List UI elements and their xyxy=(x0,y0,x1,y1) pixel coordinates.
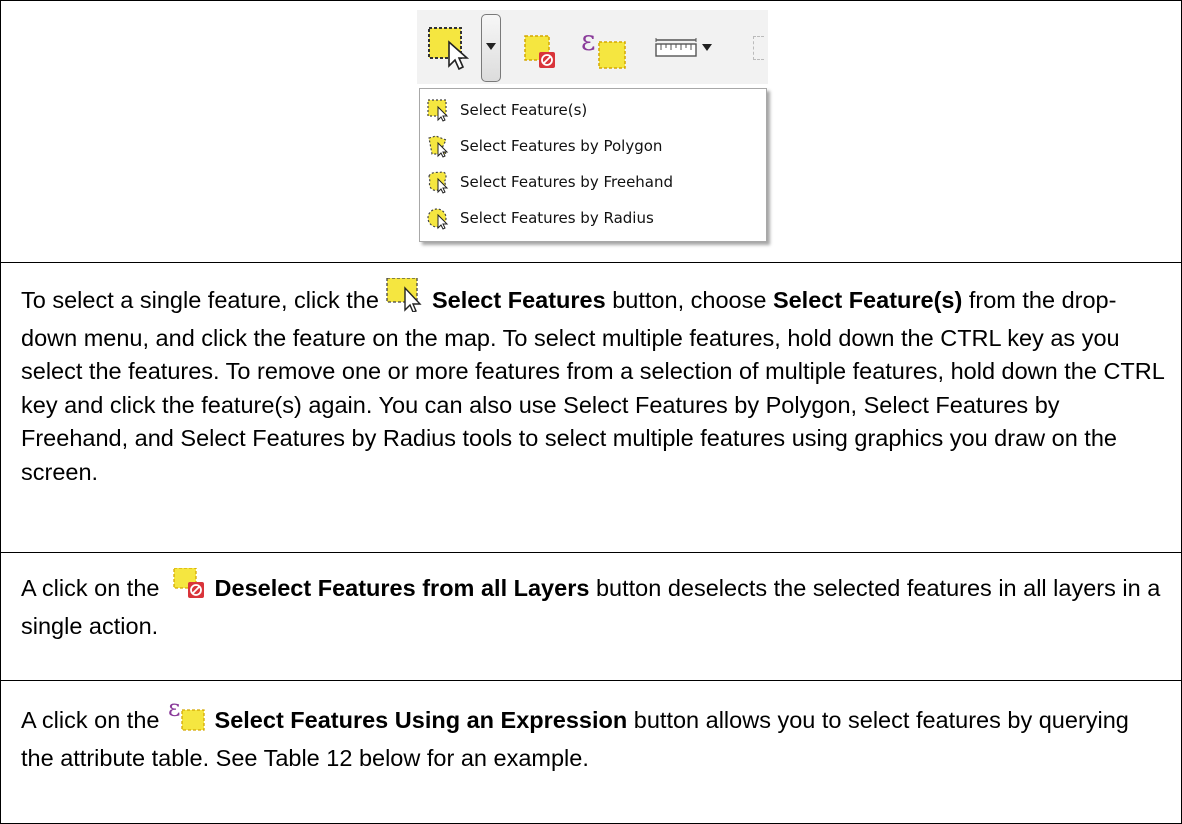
row-divider xyxy=(0,262,1182,263)
svg-text:ε: ε xyxy=(168,696,180,722)
select-by-expression-paragraph: A click on the ε Select Features Using a… xyxy=(21,694,1129,771)
select-feature-icon xyxy=(427,99,449,122)
deselect-features-label: Deselect Features from all Layers xyxy=(214,575,590,601)
select-feature-s-label: Select Feature(s) xyxy=(772,287,963,313)
selection-toolbar: ε xyxy=(417,10,768,84)
select-features-label: Select Features xyxy=(431,287,606,313)
select-dropdown-menu: Select Feature(s) Select Features by Pol… xyxy=(419,88,767,242)
row-divider xyxy=(0,552,1182,553)
deselect-features-icon xyxy=(166,567,208,610)
select-by-expression-icon: ε xyxy=(166,694,208,742)
menu-item-label: Select Features by Radius xyxy=(460,209,654,227)
deselect-features-paragraph: A click on the Deselect Features from al… xyxy=(21,567,1168,643)
measure-ruler-icon[interactable] xyxy=(655,38,697,63)
row-divider xyxy=(0,680,1182,681)
menu-item-select-feature[interactable]: Select Feature(s) xyxy=(426,95,587,125)
select-features-paragraph: To select a single feature, click the Se… xyxy=(21,277,1168,490)
select-radius-icon xyxy=(427,208,449,230)
select-dropdown-button[interactable] xyxy=(481,14,501,82)
select-features-icon[interactable] xyxy=(427,26,473,75)
svg-text:ε: ε xyxy=(581,24,596,57)
next-tool-partial xyxy=(753,36,764,60)
toolbar-screenshot: ε Select Feature(s) Select Features by P… xyxy=(417,10,768,247)
deselect-features-icon[interactable] xyxy=(523,34,559,75)
menu-item-select-freehand[interactable]: Select Features by Freehand xyxy=(426,167,673,197)
select-freehand-icon xyxy=(428,171,449,194)
menu-item-select-polygon[interactable]: Select Features by Polygon xyxy=(426,131,662,161)
chevron-down-icon[interactable] xyxy=(702,44,712,51)
select-by-expression-label: Select Features Using an Expression xyxy=(214,707,628,733)
select-polygon-icon xyxy=(428,135,449,158)
select-by-expression-icon[interactable]: ε xyxy=(579,24,629,77)
menu-item-label: Select Features by Freehand xyxy=(460,173,674,191)
menu-item-label: Select Feature(s) xyxy=(460,101,588,119)
menu-item-label: Select Features by Polygon xyxy=(460,137,663,155)
select-features-icon xyxy=(385,277,425,322)
menu-item-select-radius[interactable]: Select Features by Radius xyxy=(426,203,654,233)
